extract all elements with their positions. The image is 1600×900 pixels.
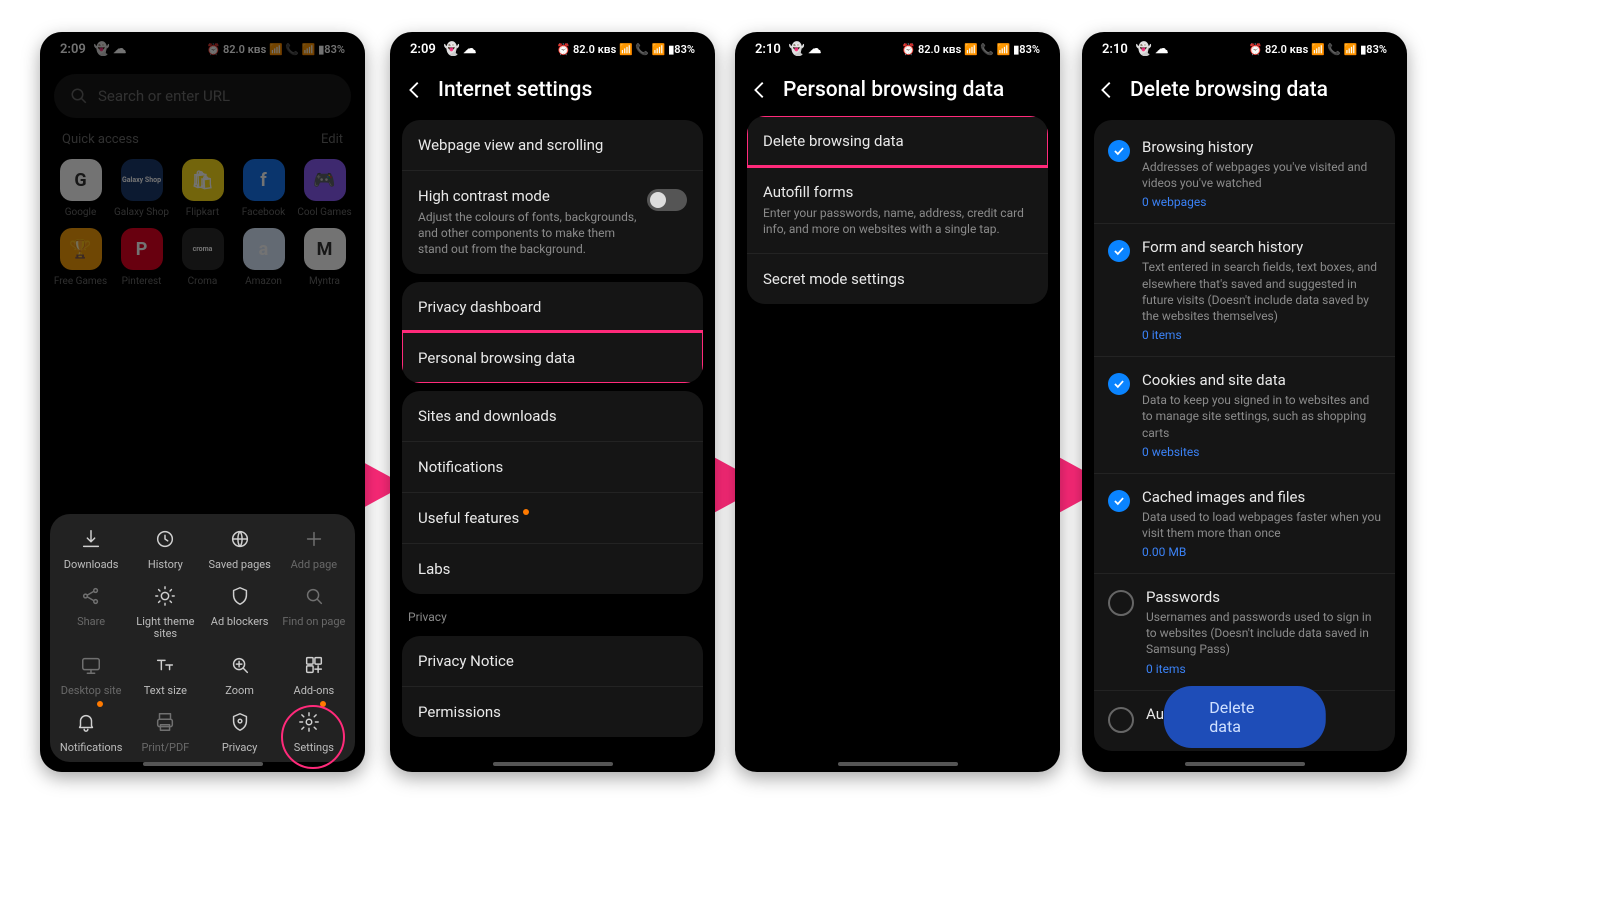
menu-share[interactable]: Share [56,585,126,640]
back-icon[interactable] [1096,79,1118,101]
menu-settings[interactable]: Settings [279,711,349,754]
shield-icon [229,585,251,607]
page-title: Personal browsing data [783,78,1004,102]
menu-text-size[interactable]: Text size [130,654,200,697]
toggle-switch[interactable] [647,189,687,211]
settings-row[interactable]: Delete browsing data [747,116,1048,166]
settings-row[interactable]: Privacy Notice [402,636,703,686]
checkbox-checked-icon[interactable] [1108,140,1130,162]
clock-icon [154,528,176,550]
menu-light-theme-sites[interactable]: Light theme sites [130,585,200,640]
download-icon [80,528,102,550]
menu-add-ons[interactable]: Add-ons [279,654,349,697]
phone-3-personal-browsing-data: 2:10👻 ☁ ⏰ 82.0 ᴋʙs 📶 📞 📶 ▮83% Personal b… [735,32,1060,772]
page-title: Delete browsing data [1130,78,1328,102]
back-icon[interactable] [404,79,426,101]
delete-data-item[interactable]: Browsing historyAddresses of webpages yo… [1094,124,1395,223]
settings-row[interactable]: Permissions [402,686,703,737]
menu-history[interactable]: History [130,528,200,571]
settings-row[interactable]: Webpage view and scrolling [402,120,703,170]
checkbox-checked-icon[interactable] [1108,490,1130,512]
delete-data-item[interactable]: Form and search historyText entered in s… [1094,223,1395,356]
status-bar: 2:09👻 ☁ ⏰ 82.0 ᴋʙs 📶 📞 📶 ▮83% [390,32,715,66]
settings-row[interactable]: Autofill formsEnter your passwords, name… [747,166,1048,253]
share-icon [80,585,102,607]
menu-desktop-site[interactable]: Desktop site [56,654,126,697]
settings-row[interactable]: Labs [402,543,703,594]
settings-row[interactable]: Notifications [402,441,703,492]
home-indicator [493,762,613,766]
text-icon [154,654,176,676]
settings-row[interactable]: Personal browsing data [402,332,703,383]
phone-2-internet-settings: 2:09👻 ☁ ⏰ 82.0 ᴋʙs 📶 📞 📶 ▮83% Internet s… [390,32,715,772]
checkbox-checked-icon[interactable] [1108,240,1130,262]
menu-print-pdf[interactable]: Print/PDF [130,711,200,754]
sun-icon [154,585,176,607]
desktop-icon [80,654,102,676]
checkbox-checked-icon[interactable] [1108,373,1130,395]
home-indicator [1185,762,1305,766]
delete-data-item[interactable]: Cached images and filesData used to load… [1094,473,1395,573]
settings-row[interactable]: Secret mode settings [747,253,1048,304]
menu-ad-blockers[interactable]: Ad blockers [205,585,275,640]
settings-row[interactable]: Privacy dashboard [402,282,703,332]
menu-add-page[interactable]: Add page [279,528,349,571]
delete-data-item[interactable]: Cookies and site dataData to keep you si… [1094,356,1395,473]
find-icon [303,585,325,607]
checkbox-unchecked-icon[interactable] [1108,707,1134,733]
addons-icon [303,654,325,676]
home-indicator [838,762,958,766]
menu-downloads[interactable]: Downloads [56,528,126,571]
settings-row[interactable]: Useful features [402,492,703,543]
settings-header: Personal browsing data [735,66,1060,112]
globe-icon [229,528,251,550]
bell-icon [75,711,97,733]
settings-header: Delete browsing data [1082,66,1407,112]
back-icon[interactable] [749,79,771,101]
page-title: Internet settings [438,78,592,102]
settings-header: Internet settings [390,66,715,112]
status-bar: 2:10👻 ☁ ⏰ 82.0 ᴋʙs 📶 📞 📶 ▮83% [1082,32,1407,66]
menu-find-on-page[interactable]: Find on page [279,585,349,640]
menu-zoom[interactable]: Zoom [205,654,275,697]
settings-row[interactable]: Sites and downloads [402,391,703,441]
privacy-section-label: Privacy [390,602,715,628]
plus-icon [303,528,325,550]
phone-1-browser-menu: 2:09👻 ☁ ⏰ 82.0 ᴋʙs 📶 📞 📶 ▮83% Search or … [40,32,365,772]
settings-row[interactable]: High contrast modeAdjust the colours of … [402,170,703,274]
zoom-icon [229,654,251,676]
browser-menu-sheet: DownloadsHistorySaved pagesAdd page Share… [50,514,355,762]
menu-notifications[interactable]: Notifications [56,711,126,754]
home-indicator [143,762,263,766]
delete-data-item[interactable]: PasswordsUsernames and passwords used to… [1094,573,1395,690]
menu-saved-pages[interactable]: Saved pages [205,528,275,571]
privacy-icon [229,711,251,733]
status-bar: 2:10👻 ☁ ⏰ 82.0 ᴋʙs 📶 📞 📶 ▮83% [735,32,1060,66]
print-icon [154,711,176,733]
phone-4-delete-browsing-data: 2:10👻 ☁ ⏰ 82.0 ᴋʙs 📶 📞 📶 ▮83% Delete bro… [1082,32,1407,772]
menu-privacy[interactable]: Privacy [205,711,275,754]
delete-data-button[interactable]: Delete data [1163,686,1326,748]
checkbox-unchecked-icon[interactable] [1108,590,1134,616]
